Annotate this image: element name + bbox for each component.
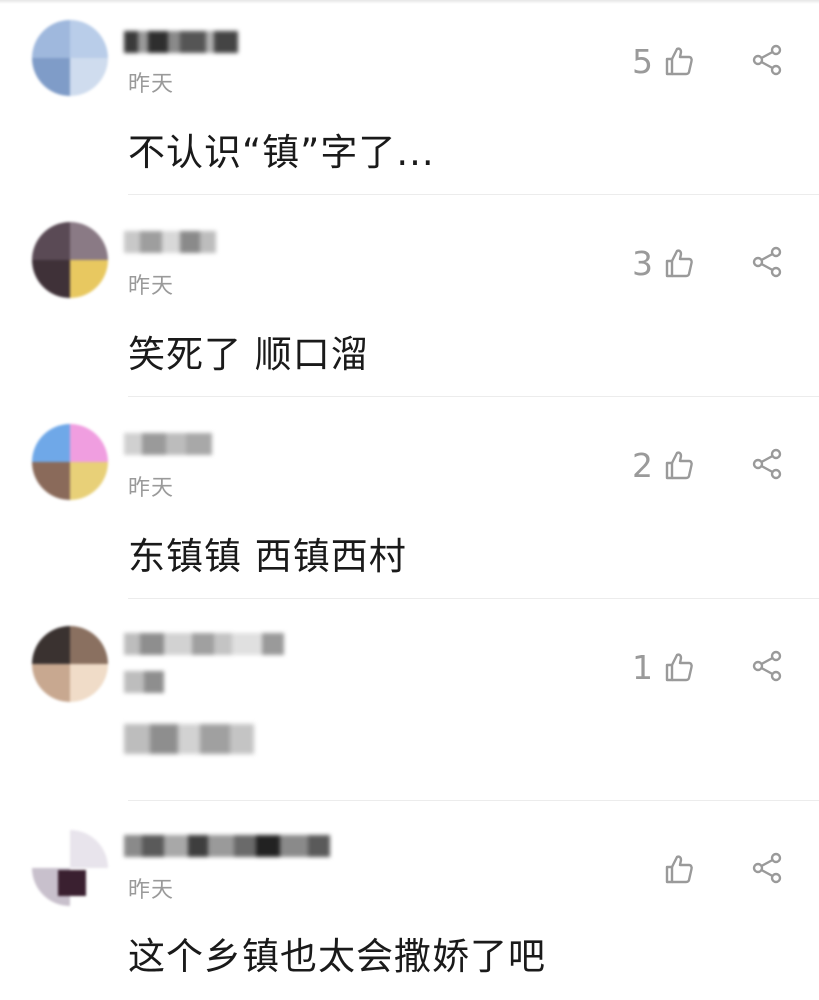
share-icon[interactable] <box>751 852 783 884</box>
mosaic-block <box>280 835 308 857</box>
comment-item: 昨天 这个乡镇也太会撒娇了吧 <box>0 0 819 1000</box>
username-redacted[interactable] <box>124 832 330 860</box>
avatar-mosaic-block <box>70 830 108 868</box>
mosaic-block <box>234 835 256 857</box>
comment-text: 这个乡镇也太会撒娇了吧 <box>128 935 546 978</box>
comment-time: 昨天 <box>128 878 175 903</box>
mosaic-block <box>164 835 188 857</box>
avatar[interactable] <box>32 830 108 906</box>
comment-list: 昨天 不认识“镇”字了... 5 昨天 笑死了 顺口溜 3 昨天 东镇镇 西镇西… <box>0 0 819 1000</box>
mosaic-block <box>256 835 280 857</box>
mosaic-block <box>142 835 164 857</box>
mosaic-block <box>124 835 142 857</box>
avatar-mosaic-block <box>58 870 86 896</box>
mosaic-block <box>208 835 234 857</box>
mosaic-block <box>188 835 208 857</box>
avatar-mosaic-block <box>32 830 70 868</box>
thumbs-up-icon[interactable] <box>664 853 694 885</box>
mosaic-block <box>308 835 330 857</box>
